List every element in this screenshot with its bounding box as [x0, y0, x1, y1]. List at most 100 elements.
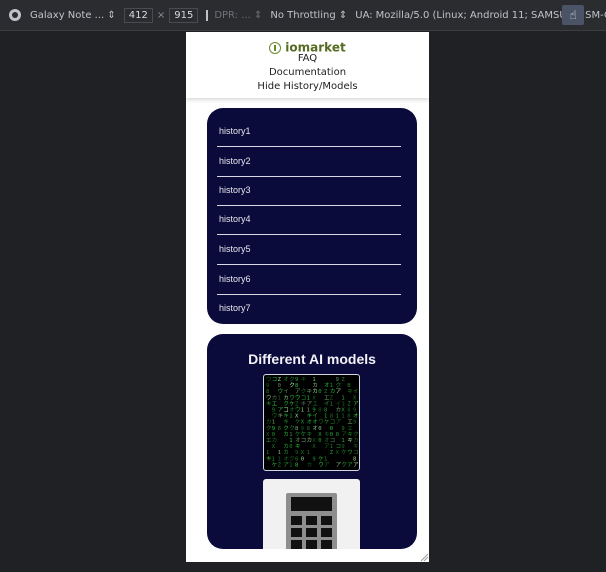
svg-text:ウ: ウ: [318, 418, 324, 426]
resize-handle-icon[interactable]: [419, 552, 429, 562]
svg-text:コ: コ: [301, 394, 307, 401]
svg-text:キ: キ: [283, 420, 289, 426]
history-item-6[interactable]: history6: [219, 274, 401, 284]
svg-text:キ: キ: [347, 438, 353, 444]
history-item-3[interactable]: history3: [219, 185, 401, 195]
svg-text:9: 9: [353, 408, 356, 414]
dpr-select[interactable]: DPR: ... ⇕: [214, 10, 262, 21]
history-divider: [217, 205, 401, 206]
dpr-value: DPR: ...: [214, 9, 251, 21]
svg-text:オ: オ: [295, 437, 301, 444]
history-divider: [217, 146, 401, 147]
svg-text:Z: Z: [324, 389, 328, 395]
svg-text:8: 8: [266, 389, 269, 395]
models-title: Different AI models: [248, 351, 376, 367]
documentation-link[interactable]: Documentation: [186, 67, 429, 78]
svg-text:Z: Z: [295, 401, 299, 407]
matrix-code-image: ウ98ウキカクXエ1キコカエ9ウ190カX1ケZ0ウ1アキ811Zオイカクコキキ…: [266, 375, 359, 468]
matrix-model-card[interactable]: ウ98ウキカクXエ1キコカエ9ウ190カX1ケZ0ウ1アキ811Zオイカクコキキ…: [263, 374, 360, 471]
throttling-select[interactable]: No Throttling ⇕: [270, 10, 347, 21]
svg-text:8: 8: [295, 462, 298, 468]
history-item-1[interactable]: history1: [219, 126, 401, 136]
svg-text:イ: イ: [336, 401, 342, 407]
models-panel: Different AI models ウ98ウキカクXエ1キコカエ9ウ190カ…: [207, 334, 417, 549]
svg-text:オ: オ: [307, 419, 313, 426]
svg-text:9: 9: [312, 456, 315, 462]
svg-text:0: 0: [318, 389, 321, 395]
svg-text:カ: カ: [307, 461, 313, 468]
svg-text:ア: ア: [353, 400, 358, 407]
svg-text:カ: カ: [272, 437, 278, 444]
svg-text:9: 9: [341, 426, 344, 432]
svg-text:オ: オ: [283, 376, 289, 383]
svg-text:9: 9: [301, 426, 304, 432]
svg-text:キ: キ: [301, 401, 307, 407]
svg-text:キ: キ: [283, 414, 289, 420]
svg-text:キ: キ: [266, 456, 272, 462]
svg-text:オ: オ: [312, 425, 318, 432]
svg-text:キ: キ: [266, 401, 272, 407]
svg-text:0: 0: [272, 432, 275, 438]
svg-text:カ: カ: [283, 449, 289, 456]
svg-text:コ: コ: [283, 407, 289, 414]
svg-text:0: 0: [318, 438, 321, 444]
svg-text:1: 1: [341, 401, 344, 407]
svg-text:コ: コ: [330, 437, 336, 444]
svg-text:ク: ク: [289, 382, 295, 389]
svg-text:1: 1: [307, 395, 310, 401]
svg-text:9: 9: [336, 377, 339, 383]
hide-history-models-link[interactable]: Hide History/Models: [186, 81, 429, 92]
svg-text:1: 1: [278, 395, 281, 401]
svg-text:0: 0: [318, 408, 321, 414]
svg-text:カ: カ: [312, 388, 318, 395]
device-name: Galaxy Note ...: [30, 9, 105, 21]
svg-text:コ: コ: [330, 419, 336, 426]
history-item-5[interactable]: history5: [219, 244, 401, 254]
height-field[interactable]: 915: [169, 7, 199, 23]
svg-text:オ: オ: [324, 382, 330, 389]
svg-text:X: X: [318, 432, 322, 438]
device-settings-icon[interactable]: [9, 9, 21, 21]
svg-text:1: 1: [301, 408, 304, 414]
svg-text:1: 1: [330, 444, 333, 450]
svg-text:9: 9: [266, 383, 269, 389]
svg-text:ク: ク: [336, 382, 342, 389]
calculator-model-card[interactable]: [263, 479, 360, 549]
history-item-2[interactable]: history2: [219, 156, 401, 166]
svg-text:8: 8: [295, 383, 298, 389]
svg-text:1: 1: [312, 377, 315, 383]
svg-text:ク: ク: [289, 455, 295, 462]
svg-text:ウ: ウ: [278, 387, 284, 395]
svg-text:X: X: [266, 432, 270, 438]
svg-text:1: 1: [330, 401, 333, 407]
svg-text:コ: コ: [272, 376, 278, 383]
svg-text:1: 1: [307, 450, 310, 456]
svg-text:イ: イ: [283, 389, 289, 395]
svg-text:ア: ア: [336, 419, 342, 426]
svg-text:8: 8: [324, 408, 327, 414]
svg-text:1: 1: [272, 420, 275, 426]
svg-text:ウ: ウ: [266, 393, 272, 401]
svg-text:オ: オ: [283, 455, 289, 462]
svg-text:Z: Z: [330, 450, 334, 456]
svg-text:ウ: ウ: [347, 448, 353, 456]
svg-text:カ: カ: [266, 419, 272, 426]
width-field[interactable]: 412: [123, 7, 153, 23]
faq-link[interactable]: FAQ: [186, 53, 429, 64]
svg-text:カ: カ: [272, 394, 278, 401]
logo[interactable]: iomarket: [186, 37, 429, 55]
rotate-icon[interactable]: [206, 9, 209, 21]
history-item-4[interactable]: history4: [219, 214, 401, 224]
history-item-7[interactable]: history7: [219, 303, 401, 313]
svg-text:1: 1: [330, 383, 333, 389]
svg-text:1: 1: [289, 438, 292, 444]
svg-text:ウ: ウ: [266, 375, 272, 383]
svg-text:1: 1: [272, 456, 275, 462]
touch-icon[interactable]: ☝: [562, 5, 584, 25]
svg-text:1: 1: [289, 462, 292, 468]
svg-text:ク: ク: [283, 400, 289, 407]
svg-text:X: X: [312, 444, 316, 450]
device-select[interactable]: Galaxy Note ... ⇕: [30, 10, 116, 21]
svg-text:カ: カ: [353, 437, 358, 444]
svg-text:1: 1: [289, 432, 292, 438]
